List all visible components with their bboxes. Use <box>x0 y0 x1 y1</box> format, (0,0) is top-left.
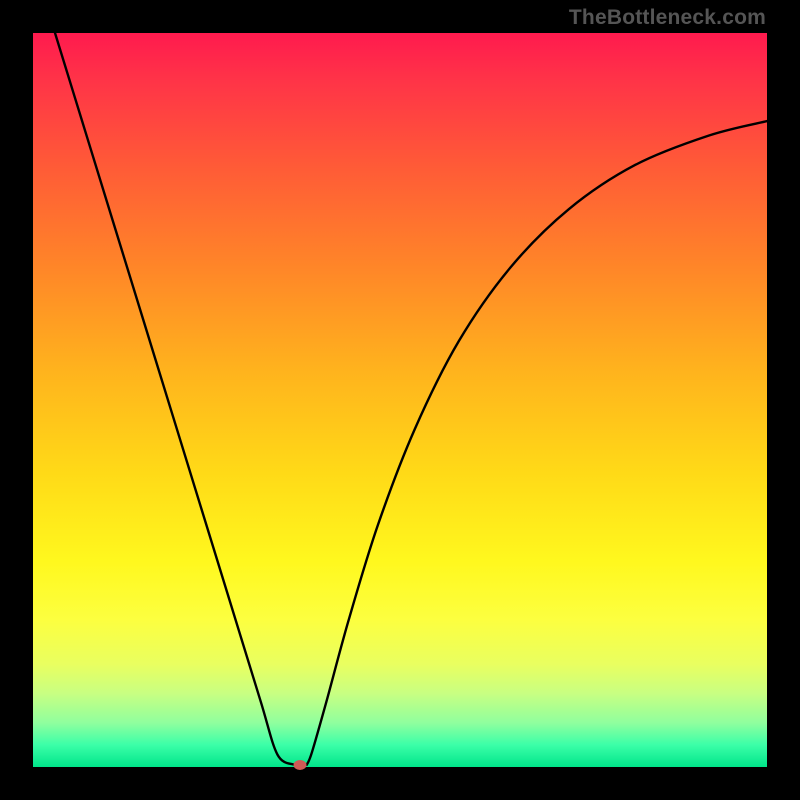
curve-left-branch <box>55 33 294 765</box>
curve-right-branch <box>307 121 767 765</box>
plot-area <box>33 33 767 767</box>
attribution-label: TheBottleneck.com <box>569 6 766 30</box>
chart-frame: TheBottleneck.com <box>0 0 800 800</box>
curve-svg <box>33 33 767 767</box>
minimum-marker <box>294 760 307 770</box>
